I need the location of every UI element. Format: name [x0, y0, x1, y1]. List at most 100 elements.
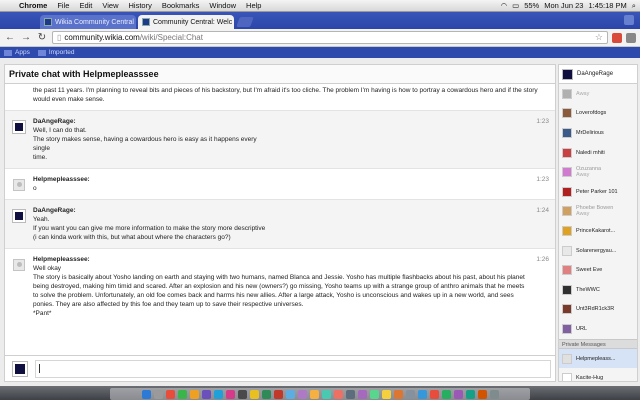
tab-title: Community Central: Welc [153, 18, 233, 26]
user-list: Away Loverofdogs MrDelirious Naledi mhiti Oz… [559, 84, 637, 339]
forward-arrow-icon[interactable]: → [20, 32, 32, 44]
sidebar-user[interactable]: Sweet Eve [559, 260, 637, 280]
tab-community-central-chat[interactable]: Community Central: Welc × [138, 15, 234, 29]
window-button[interactable] [624, 15, 634, 25]
sidebar-user[interactable]: MrDelirious [559, 123, 637, 143]
private-user-name: Kacite-Hug [576, 375, 604, 382]
message-username[interactable]: Helpmepleasssee: [33, 255, 527, 264]
dock-app-icon[interactable] [237, 389, 247, 399]
sidebar-user[interactable]: Unt3RdR1ck3R [559, 300, 637, 320]
dock-app-icon[interactable] [489, 389, 499, 399]
avatar[interactable] [13, 179, 25, 191]
sidebar-user-name: MrDelirious [576, 129, 604, 136]
message-list[interactable]: the past 11 years. I'm planning to revea… [5, 84, 555, 354]
avatar [562, 206, 572, 217]
reload-icon[interactable]: ↻ [36, 32, 48, 44]
dock-app-icon[interactable] [189, 389, 199, 399]
dock-app-icon[interactable] [417, 389, 427, 399]
menu-icon[interactable] [626, 32, 636, 43]
dock-app-icon[interactable] [153, 389, 163, 399]
dock-app-icon[interactable] [177, 389, 187, 399]
sidebar-user[interactable]: TheWWC [559, 280, 637, 300]
avatar [562, 245, 572, 256]
sidebar-user-name: TheWWC [576, 286, 600, 293]
dock-app-icon[interactable] [321, 389, 331, 399]
private-messages-header: Private Messages [559, 338, 637, 349]
message-input[interactable] [35, 360, 551, 378]
message-line: time. [33, 154, 48, 161]
sidebar-user-status: Away [576, 211, 590, 218]
bookmark-imported[interactable]: Imported [37, 49, 74, 56]
sidebar-user-name: Solarenergyau... [576, 247, 617, 254]
menu-view[interactable]: View [97, 1, 123, 10]
dock-app-icon[interactable] [273, 389, 283, 399]
dock-app-icon[interactable] [429, 389, 439, 399]
menu-bookmarks[interactable]: Bookmarks [157, 1, 205, 10]
avatar[interactable] [12, 209, 26, 223]
chat-header: Private chat with Helpmepleasssee [5, 65, 555, 84]
menu-window[interactable]: Window [204, 1, 241, 10]
sidebar-user[interactable]: Away [559, 84, 637, 104]
dock-app-icon[interactable] [369, 389, 379, 399]
dock-app-icon[interactable] [309, 389, 319, 399]
dock-app-icon[interactable] [405, 389, 415, 399]
sidebar-user[interactable]: Ozuzanna Away [559, 162, 637, 182]
dock-app-icon[interactable] [225, 389, 235, 399]
current-user[interactable]: DaAngeRage [559, 65, 637, 84]
sidebar-user[interactable]: Loverofdogs [559, 104, 637, 124]
sidebar-user-text: PrinceKakarot... [576, 228, 615, 234]
search-icon[interactable]: ⌕ [632, 1, 636, 11]
menu-chrome[interactable]: Chrome [14, 1, 52, 10]
dock-app-icon[interactable] [393, 389, 403, 399]
dock-app-icon[interactable] [165, 389, 175, 399]
battery-icon[interactable]: ▭ [512, 1, 519, 10]
dock-app-icon[interactable] [441, 389, 451, 399]
private-message-user[interactable]: Kacite-Hug [559, 368, 637, 382]
dock-app-icon[interactable] [141, 389, 151, 399]
address-bar[interactable]: ▯ community.wikia.com/wiki/Special:Chat … [52, 31, 608, 44]
text-caret [39, 364, 40, 373]
sidebar-user-name: Sweet Eve [576, 267, 603, 274]
bookmark-apps[interactable]: Apps [4, 49, 30, 56]
dock-app-icon[interactable] [477, 389, 487, 399]
menu-file[interactable]: File [52, 1, 74, 10]
apps-grid-icon [4, 49, 12, 56]
wifi-icon[interactable]: ◠ [501, 1, 508, 10]
sidebar-user[interactable]: Phoebe Bowen Away [559, 202, 637, 222]
dock-app-icon[interactable] [249, 389, 259, 399]
private-message-user[interactable]: Helpmepleass... [559, 348, 637, 369]
back-arrow-icon[interactable]: ← [4, 32, 16, 44]
extension-icon[interactable] [612, 32, 622, 43]
menu-history[interactable]: History [124, 1, 157, 10]
tab-wikia-community-central[interactable]: Wikia Community Central × [40, 15, 136, 29]
avatar[interactable] [13, 259, 25, 271]
dock-app-icon[interactable] [357, 389, 367, 399]
dock-app-icon[interactable] [297, 389, 307, 399]
message-username[interactable]: DaAngeRage: [33, 117, 527, 126]
bookmark-star-icon[interactable]: ☆ [595, 32, 603, 43]
url-host: community.wikia.com [64, 33, 140, 42]
macos-menubar: Chrome File Edit View History Bookmarks … [0, 0, 640, 12]
clock-label[interactable]: 1:45:18 PM [588, 1, 626, 10]
menu-help[interactable]: Help [241, 1, 266, 10]
dock-app-icon[interactable] [381, 389, 391, 399]
new-tab-button[interactable] [236, 17, 254, 27]
dock-app-icon[interactable] [465, 389, 475, 399]
dock-app-icon[interactable] [261, 389, 271, 399]
sidebar-user[interactable]: Solarenergyau... [559, 241, 637, 261]
dock-app-icon[interactable] [333, 389, 343, 399]
sidebar-user[interactable]: Naledi mhiti [559, 143, 637, 163]
dock-app-icon[interactable] [285, 389, 295, 399]
dock-app-icon[interactable] [453, 389, 463, 399]
menu-edit[interactable]: Edit [74, 1, 97, 10]
dock-app-icon[interactable] [201, 389, 211, 399]
message-username[interactable]: DaAngeRage: [33, 206, 527, 215]
sidebar-user[interactable]: PrinceKakarot... [559, 221, 637, 241]
sidebar-user[interactable]: Peter Parker 101 [559, 182, 637, 202]
sidebar-user-text: Away [576, 91, 589, 97]
message-username[interactable]: Helpmepleasssee: [33, 175, 527, 184]
dock-app-icon[interactable] [345, 389, 355, 399]
sidebar-user[interactable]: URL [559, 319, 637, 339]
dock-app-icon[interactable] [213, 389, 223, 399]
avatar[interactable] [12, 120, 26, 134]
